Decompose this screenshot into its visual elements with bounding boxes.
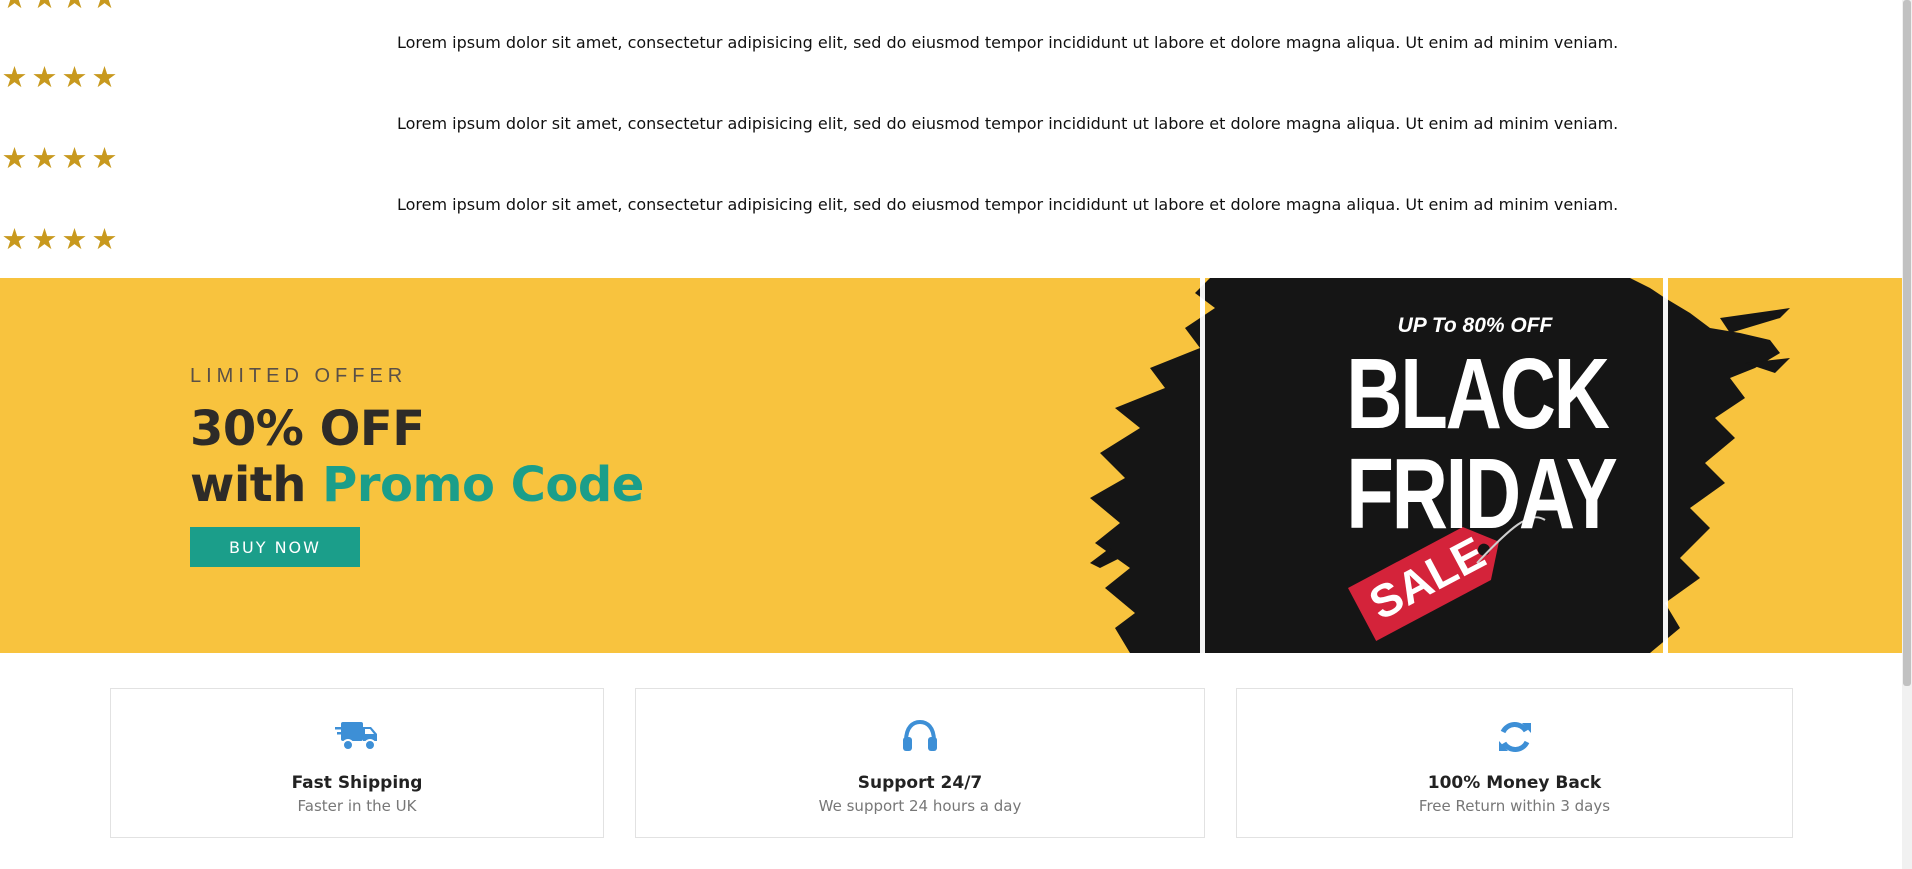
star-icon: ★ <box>1 222 29 256</box>
vertical-scrollbar[interactable] <box>1902 0 1912 869</box>
star-icon: ★ <box>1 141 29 175</box>
star-icon: ★ <box>31 222 59 256</box>
rating-stars: ★★★★ <box>0 0 120 13</box>
headline-accent: Promo Code <box>322 457 644 513</box>
review-text: Lorem ipsum dolor sit amet, consectetur … <box>397 114 1619 133</box>
promo-banner: LIMITED OFFER 30% OFF with Promo Code BU… <box>0 278 1902 653</box>
star-icon: ★ <box>0 0 30 13</box>
feature-title: Support 24/7 <box>857 773 983 793</box>
feature-card-money-back: 100% Money Back Free Return within 3 day… <box>1236 688 1793 838</box>
banner-upto-text: UP To 80% OFF <box>1397 314 1553 337</box>
feature-card-support: Support 24/7 We support 24 hours a day <box>635 688 1205 838</box>
star-icon: ★ <box>1 60 29 94</box>
headphones-icon <box>903 719 937 751</box>
page: ★★★★ Lorem ipsum dolor sit amet, consect… <box>0 0 1912 869</box>
feature-subtitle: We support 24 hours a day <box>818 797 1022 815</box>
star-icon: ★ <box>91 222 119 256</box>
rating-stars: ★★★★ <box>0 144 120 173</box>
scrollbar-thumb[interactable] <box>1903 0 1911 686</box>
star-icon: ★ <box>90 0 120 13</box>
feature-subtitle: Free Return within 3 days <box>1418 797 1611 815</box>
star-icon: ★ <box>61 141 89 175</box>
rating-stars: ★★★★ <box>0 63 120 92</box>
feature-title: Fast Shipping <box>291 773 423 793</box>
banner-black-text: BLACK <box>1346 338 1610 450</box>
star-icon: ★ <box>31 60 59 94</box>
black-friday-banner: UP To 80% OFF BLACK FRIDAY SALE <box>1090 278 1790 653</box>
buy-now-button[interactable]: BUY NOW <box>190 527 360 567</box>
star-icon: ★ <box>91 141 119 175</box>
refresh-icon <box>1498 722 1531 752</box>
rating-stars: ★★★★ <box>0 225 120 254</box>
reviews-section: ★★★★ Lorem ipsum dolor sit amet, consect… <box>0 0 1902 278</box>
headline-line1: 30% OFF <box>190 401 425 457</box>
features-section: Fast Shipping Faster in the UK Support 2… <box>0 653 1902 869</box>
star-icon: ★ <box>91 60 119 94</box>
review-text: Lorem ipsum dolor sit amet, consectetur … <box>397 33 1619 52</box>
star-icon: ★ <box>61 60 89 94</box>
headline-with: with <box>190 457 306 513</box>
feature-title: 100% Money Back <box>1427 773 1602 793</box>
star-icon: ★ <box>60 0 90 13</box>
star-icon: ★ <box>61 222 89 256</box>
feature-card-shipping: Fast Shipping Faster in the UK <box>110 688 604 838</box>
feature-subtitle: Faster in the UK <box>297 797 417 815</box>
promo-kicker: LIMITED OFFER <box>190 365 408 387</box>
truck-icon <box>335 722 377 751</box>
star-icon: ★ <box>30 0 60 13</box>
promo-headline: 30% OFF with Promo Code <box>190 401 644 513</box>
review-text: Lorem ipsum dolor sit amet, consectetur … <box>397 195 1619 214</box>
star-icon: ★ <box>31 141 59 175</box>
